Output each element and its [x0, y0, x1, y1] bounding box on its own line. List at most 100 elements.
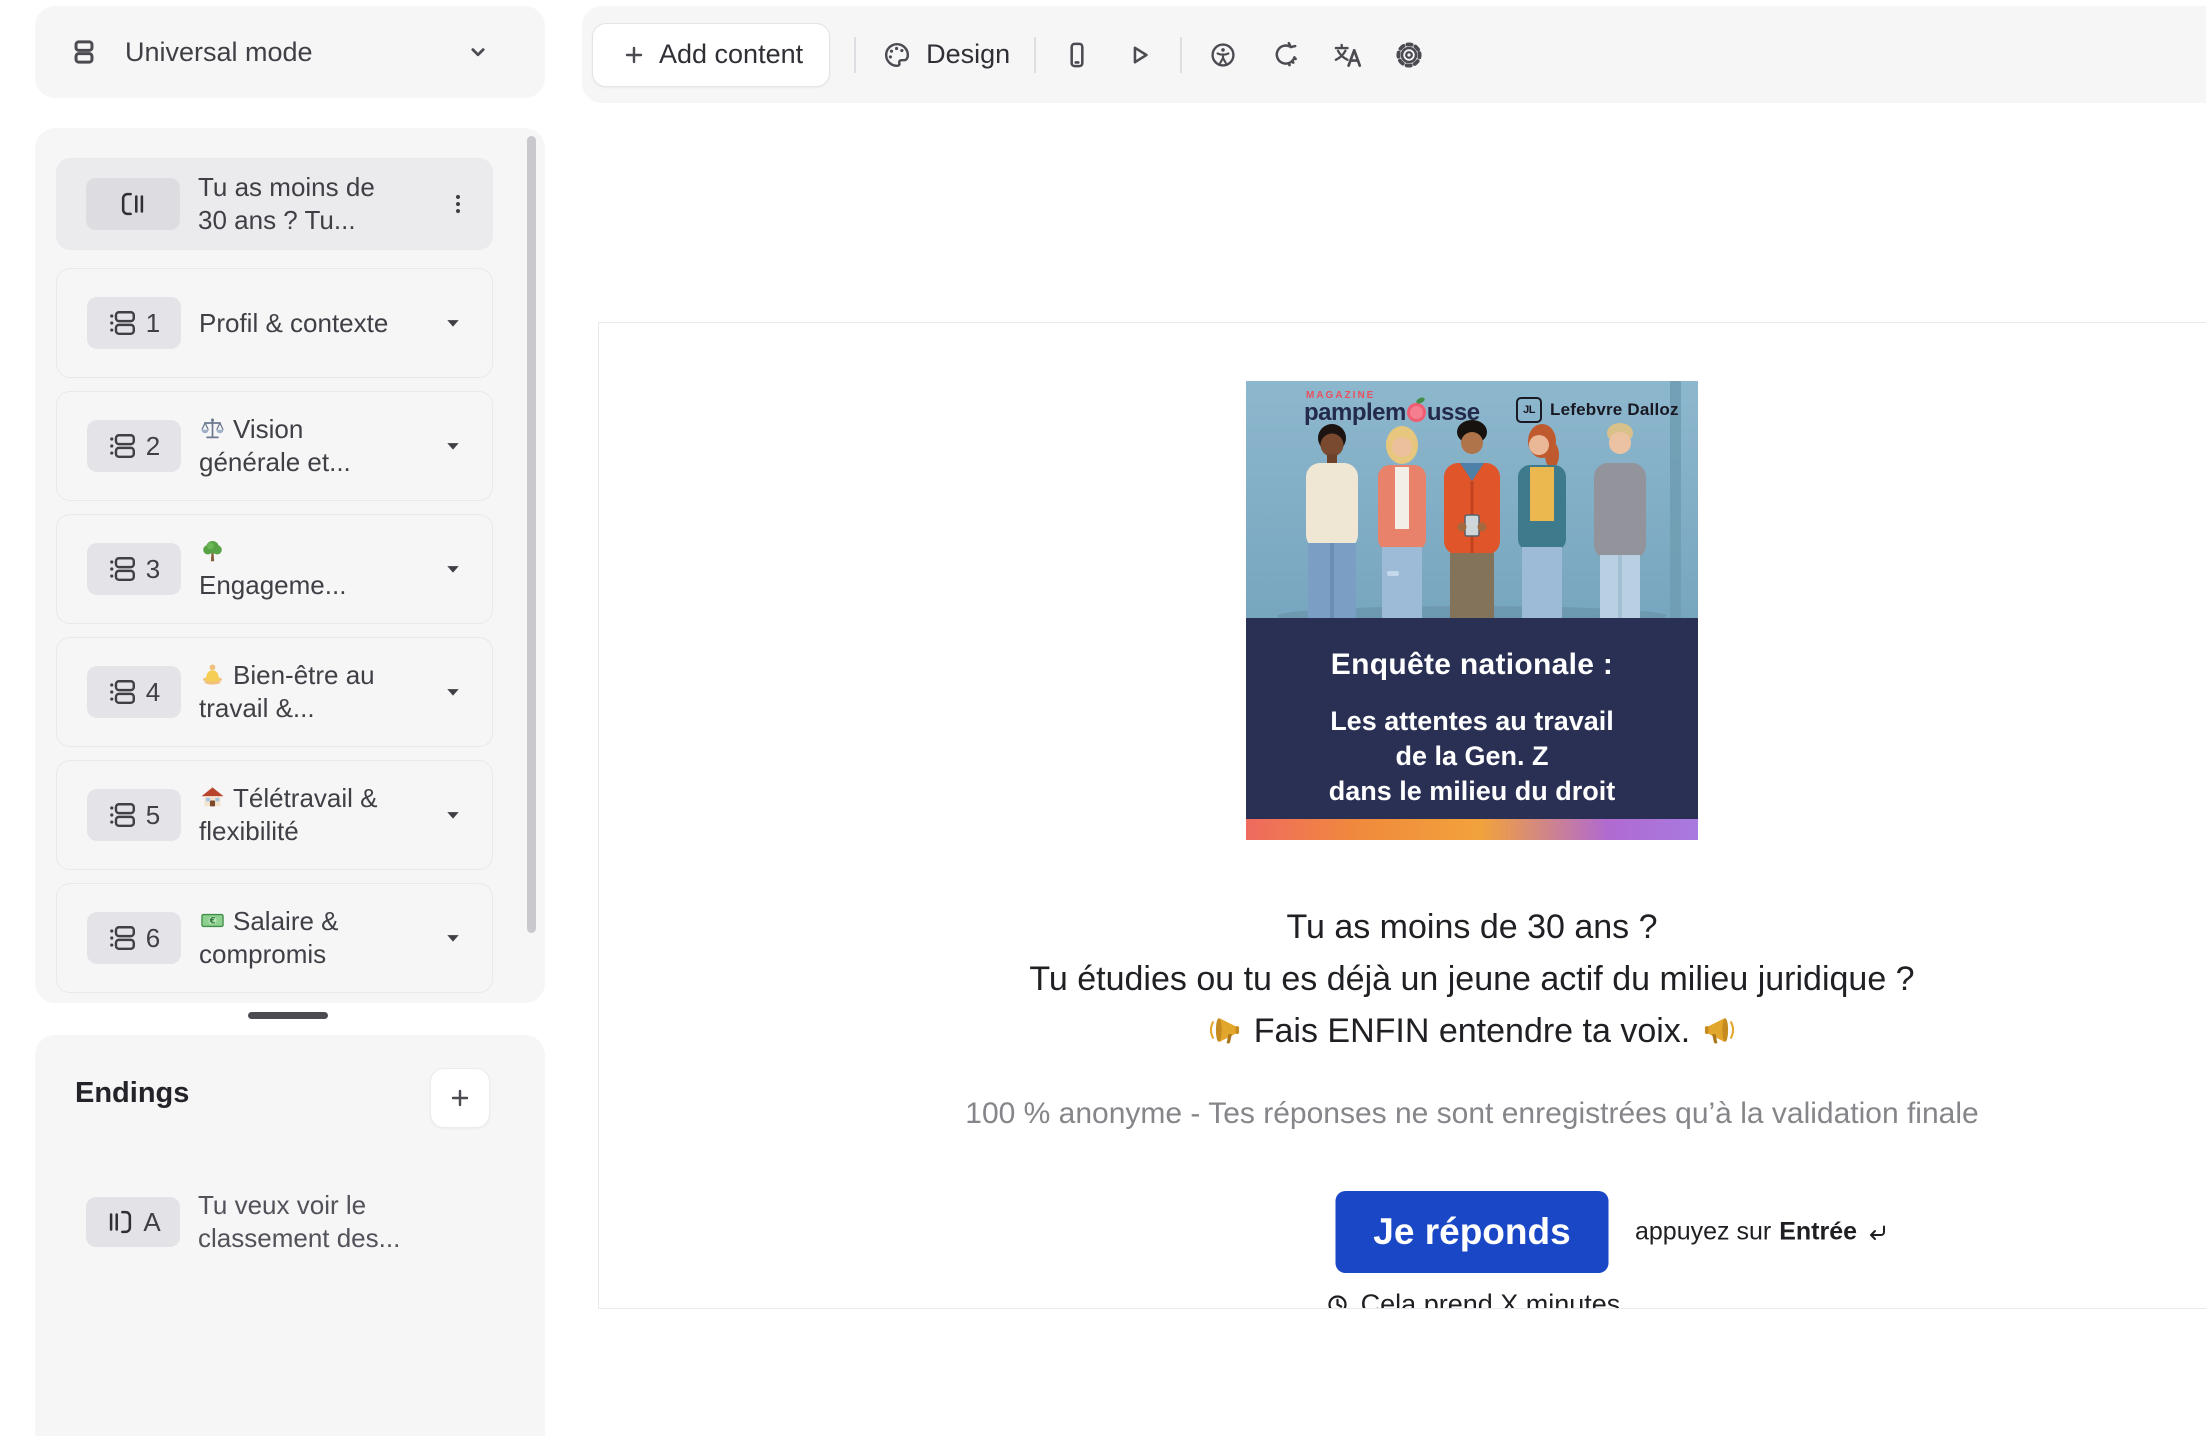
group-number: 1: [146, 308, 160, 339]
enter-key-icon: [1865, 1220, 1889, 1244]
tree-emoji-icon: [199, 538, 226, 565]
recall-information-icon[interactable]: [1268, 38, 1302, 72]
questions-panel: Tu as moins de 30 ans ? Tu... 1 Profil &…: [35, 128, 545, 1003]
question-group-icon: [108, 431, 138, 461]
caret-down-icon[interactable]: [440, 556, 466, 582]
group-number: 3: [146, 554, 160, 585]
group-badge: 2: [87, 420, 181, 472]
welcome-badge: [86, 178, 180, 230]
panel-resize-handle[interactable]: [248, 1012, 328, 1019]
sidebar-item-group-1[interactable]: 1 Profil & contexte: [56, 268, 493, 378]
group-badge: 1: [87, 297, 181, 349]
design-label: Design: [926, 39, 1010, 70]
sidebar-item-label: Bien-être au travail &...: [199, 659, 399, 725]
question-group-icon: [108, 308, 138, 338]
endings-panel: Endings A Tu veux voir le classement des…: [35, 1035, 545, 1436]
toolbar-divider: [1180, 37, 1182, 73]
megaphone-icon: [1206, 1011, 1242, 1047]
image-banner: Enquête nationale : Les attentes au trav…: [1246, 618, 1698, 819]
question-group-icon: [108, 677, 138, 707]
caret-down-icon[interactable]: [440, 679, 466, 705]
toolbar-divider: [1034, 37, 1036, 73]
house-emoji-icon: [199, 784, 226, 811]
form-builder-app: Universal mode Add content Design Tu as …: [0, 0, 2206, 1436]
settings-icon[interactable]: [1392, 38, 1426, 72]
sidebar-item-group-2[interactable]: 2 Vision générale et...: [56, 391, 493, 501]
question-group-icon: [108, 554, 138, 584]
group-number: 4: [146, 677, 160, 708]
sidebar-item-label: Tu veux voir le classement des...: [198, 1189, 410, 1255]
group-number: 5: [146, 800, 160, 831]
ending-letter: A: [143, 1207, 160, 1238]
sidebar-item-label: Engageme...: [199, 536, 359, 602]
caret-down-icon[interactable]: [440, 925, 466, 951]
ending-screen-icon: [105, 1207, 135, 1237]
form-preview-canvas: MAGAZINE pamplemusse JL Lefebvre Dalloz …: [598, 322, 2206, 1309]
caret-down-icon[interactable]: [440, 802, 466, 828]
svg-text:€: €: [209, 916, 216, 926]
gradient-bar: [1246, 819, 1698, 840]
lefebvre-dalloz-logo: JL Lefebvre Dalloz: [1516, 397, 1679, 423]
welcome-subtitle: 100 % anonyme - Tes réponses ne sont enr…: [599, 1097, 2206, 1131]
add-ending-button[interactable]: [430, 1068, 490, 1128]
add-content-label: Add content: [659, 39, 803, 70]
chevron-down-icon: [463, 37, 493, 67]
enter-hint: appuyez sur Entrée: [1635, 1218, 1889, 1247]
euro-banknote-emoji-icon: €: [199, 907, 226, 934]
mode-switcher-label: Universal mode: [125, 37, 313, 68]
scales-emoji-icon: [199, 415, 226, 442]
mobile-preview-icon[interactable]: [1060, 38, 1094, 72]
lotus-emoji-icon: [199, 661, 226, 688]
jl-monogram-icon: JL: [1516, 397, 1542, 423]
group-number: 6: [146, 923, 160, 954]
sidebar-item-group-6[interactable]: 6 €Salaire & compromis: [56, 883, 493, 993]
lefebvre-dalloz-label: Lefebvre Dalloz: [1550, 400, 1679, 420]
group-badge: 6: [87, 912, 181, 964]
sidebar-item-group-5[interactable]: 5 Télétravail & flexibilité: [56, 760, 493, 870]
grapefruit-icon: [1407, 403, 1426, 422]
group-badge: 4: [87, 666, 181, 718]
translations-icon[interactable]: [1330, 38, 1364, 72]
group-badge: 3: [87, 543, 181, 595]
ending-badge: A: [86, 1197, 180, 1247]
sidebar-item-welcome[interactable]: Tu as moins de 30 ans ? Tu...: [56, 158, 493, 250]
sidebar-item-group-3[interactable]: 3 Engageme...: [56, 514, 493, 624]
plus-icon: [445, 1083, 475, 1113]
toolbar: Add content Design: [582, 6, 2206, 103]
question-group-icon: [108, 800, 138, 830]
banner-sublines: Les attentes au travail de la Gen. Z dan…: [1246, 704, 1698, 809]
sidebar-item-label: Vision générale et...: [199, 413, 399, 479]
time-hint: Cela prend X minutes: [599, 1289, 2206, 1309]
mode-switcher[interactable]: Universal mode: [35, 6, 545, 98]
sidebar-item-ending-a[interactable]: A Tu veux voir le classement des...: [35, 1183, 545, 1293]
group-number: 2: [146, 431, 160, 462]
endings-title: Endings: [75, 1077, 189, 1110]
kebab-menu-icon[interactable]: [443, 187, 473, 221]
pamplemousse-logo: MAGAZINE pamplemusse: [1304, 391, 1480, 425]
caret-down-icon[interactable]: [440, 310, 466, 336]
banner-headline: Enquête nationale :: [1246, 618, 1698, 682]
sidebar-item-label: Tu as moins de 30 ans ? Tu...: [198, 171, 388, 237]
design-button[interactable]: Design: [880, 38, 1010, 72]
sidebar-item-label: Télétravail & flexibilité: [199, 782, 399, 848]
welcome-screen-icon: [118, 189, 148, 219]
caret-down-icon[interactable]: [440, 433, 466, 459]
play-preview-icon[interactable]: [1122, 38, 1156, 72]
megaphone-icon: [1702, 1011, 1738, 1047]
question-group-icon: [108, 923, 138, 953]
palette-icon: [880, 38, 914, 72]
hero-photo: MAGAZINE pamplemusse JL Lefebvre Dalloz: [1246, 381, 1698, 618]
sidebar-item-label: Profil & contexte: [199, 307, 399, 340]
sidebar-scrollbar[interactable]: [527, 136, 536, 933]
toolbar-divider: [854, 37, 856, 73]
layers-icon: [67, 35, 101, 69]
plus-icon: [619, 40, 649, 70]
welcome-image: MAGAZINE pamplemusse JL Lefebvre Dalloz …: [1246, 381, 1698, 840]
sidebar-item-label: €Salaire & compromis: [199, 905, 399, 971]
start-button[interactable]: Je réponds: [1336, 1191, 1609, 1273]
sidebar-item-group-4[interactable]: 4 Bien-être au travail &...: [56, 637, 493, 747]
cta-row: Je réponds appuyez sur Entrée: [599, 1191, 2206, 1273]
add-content-button[interactable]: Add content: [592, 23, 830, 87]
welcome-title: Tu as moins de 30 ans ? Tu étudies ou tu…: [599, 901, 2206, 1057]
accessibility-icon[interactable]: [1206, 38, 1240, 72]
